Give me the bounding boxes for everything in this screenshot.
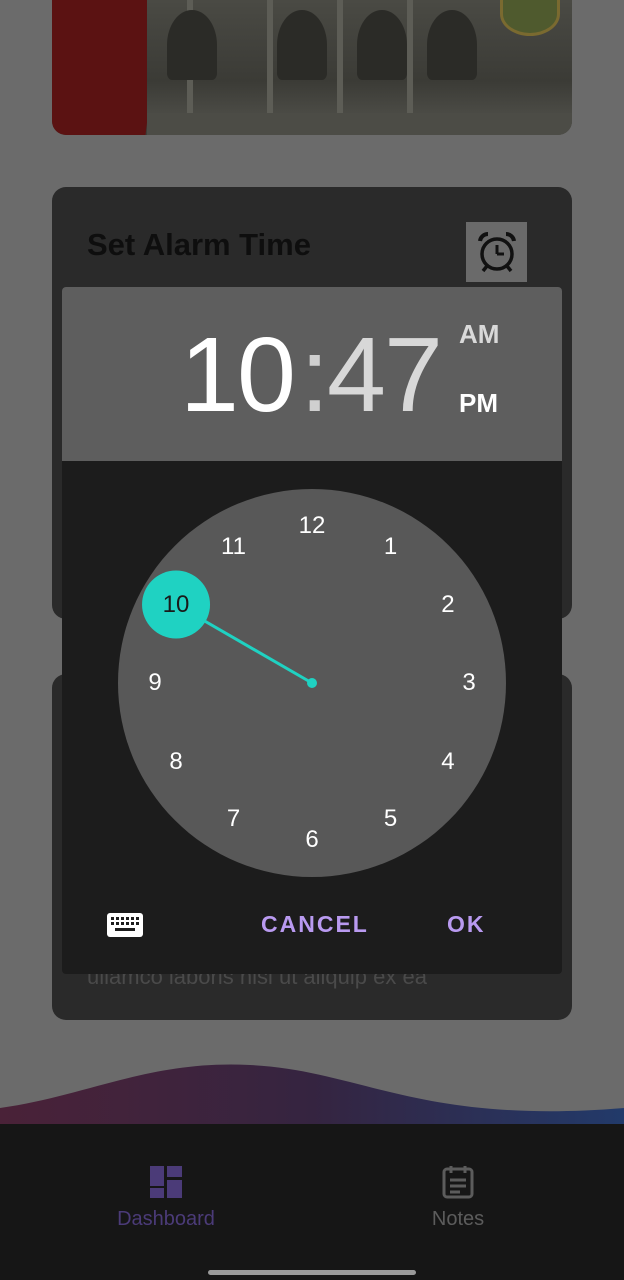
clock-number-9[interactable]: 9 xyxy=(135,668,175,698)
clock-number-8[interactable]: 8 xyxy=(156,747,196,777)
dashboard-icon xyxy=(150,1166,182,1198)
hour-display[interactable]: 10 xyxy=(180,317,296,433)
nav-item-notes-label: Notes xyxy=(431,1208,485,1230)
home-indicator xyxy=(208,1270,416,1275)
pm-toggle[interactable]: PM xyxy=(459,388,498,419)
clock-number-12[interactable]: 12 xyxy=(292,511,332,541)
clock-number-6[interactable]: 6 xyxy=(292,825,332,855)
time-picker-dialog: 10 : 47 AM PM 12 1 2 3 4 5 6 7 8 9 10 11 CANCEL OK xyxy=(62,287,562,974)
clock-number-11[interactable]: 11 xyxy=(214,532,254,562)
clock-number-7[interactable]: 7 xyxy=(214,804,254,834)
clock-dial[interactable]: 12 1 2 3 4 5 6 7 8 9 10 11 xyxy=(118,489,506,877)
header-red-accent xyxy=(52,0,162,135)
clock-number-4[interactable]: 4 xyxy=(428,747,468,777)
clock-number-2[interactable]: 2 xyxy=(428,590,468,620)
decorative-wave xyxy=(0,1064,624,1130)
cancel-button[interactable]: CANCEL xyxy=(261,911,369,938)
am-toggle[interactable]: AM xyxy=(459,319,499,350)
nav-item-dashboard[interactable]: Dashboard xyxy=(66,1164,266,1231)
notes-icon xyxy=(442,1166,474,1199)
clock-center-dot xyxy=(307,678,317,688)
time-separator: : xyxy=(300,316,330,434)
clock-number-10[interactable]: 10 xyxy=(156,590,196,620)
nav-item-dashboard-label: Dashboard xyxy=(117,1208,215,1230)
clock-number-5[interactable]: 5 xyxy=(371,804,411,834)
nav-item-notes[interactable]: Notes xyxy=(358,1164,558,1231)
keyboard-icon[interactable] xyxy=(107,913,143,939)
alarm-clock-icon xyxy=(477,231,516,273)
bottom-navigation: Dashboard Notes xyxy=(0,1124,624,1280)
ok-button[interactable]: OK xyxy=(447,911,486,938)
alarm-card-title: Set Alarm Time xyxy=(87,227,311,262)
clock-hand-layer xyxy=(142,570,317,688)
header-image-card xyxy=(52,0,572,135)
minute-display[interactable]: 47 xyxy=(327,317,443,433)
alarm-clock-button[interactable] xyxy=(466,222,527,282)
time-picker-header: 10 : 47 AM PM xyxy=(62,287,562,461)
clock-number-1[interactable]: 1 xyxy=(371,532,411,562)
clock-number-3[interactable]: 3 xyxy=(449,668,489,698)
